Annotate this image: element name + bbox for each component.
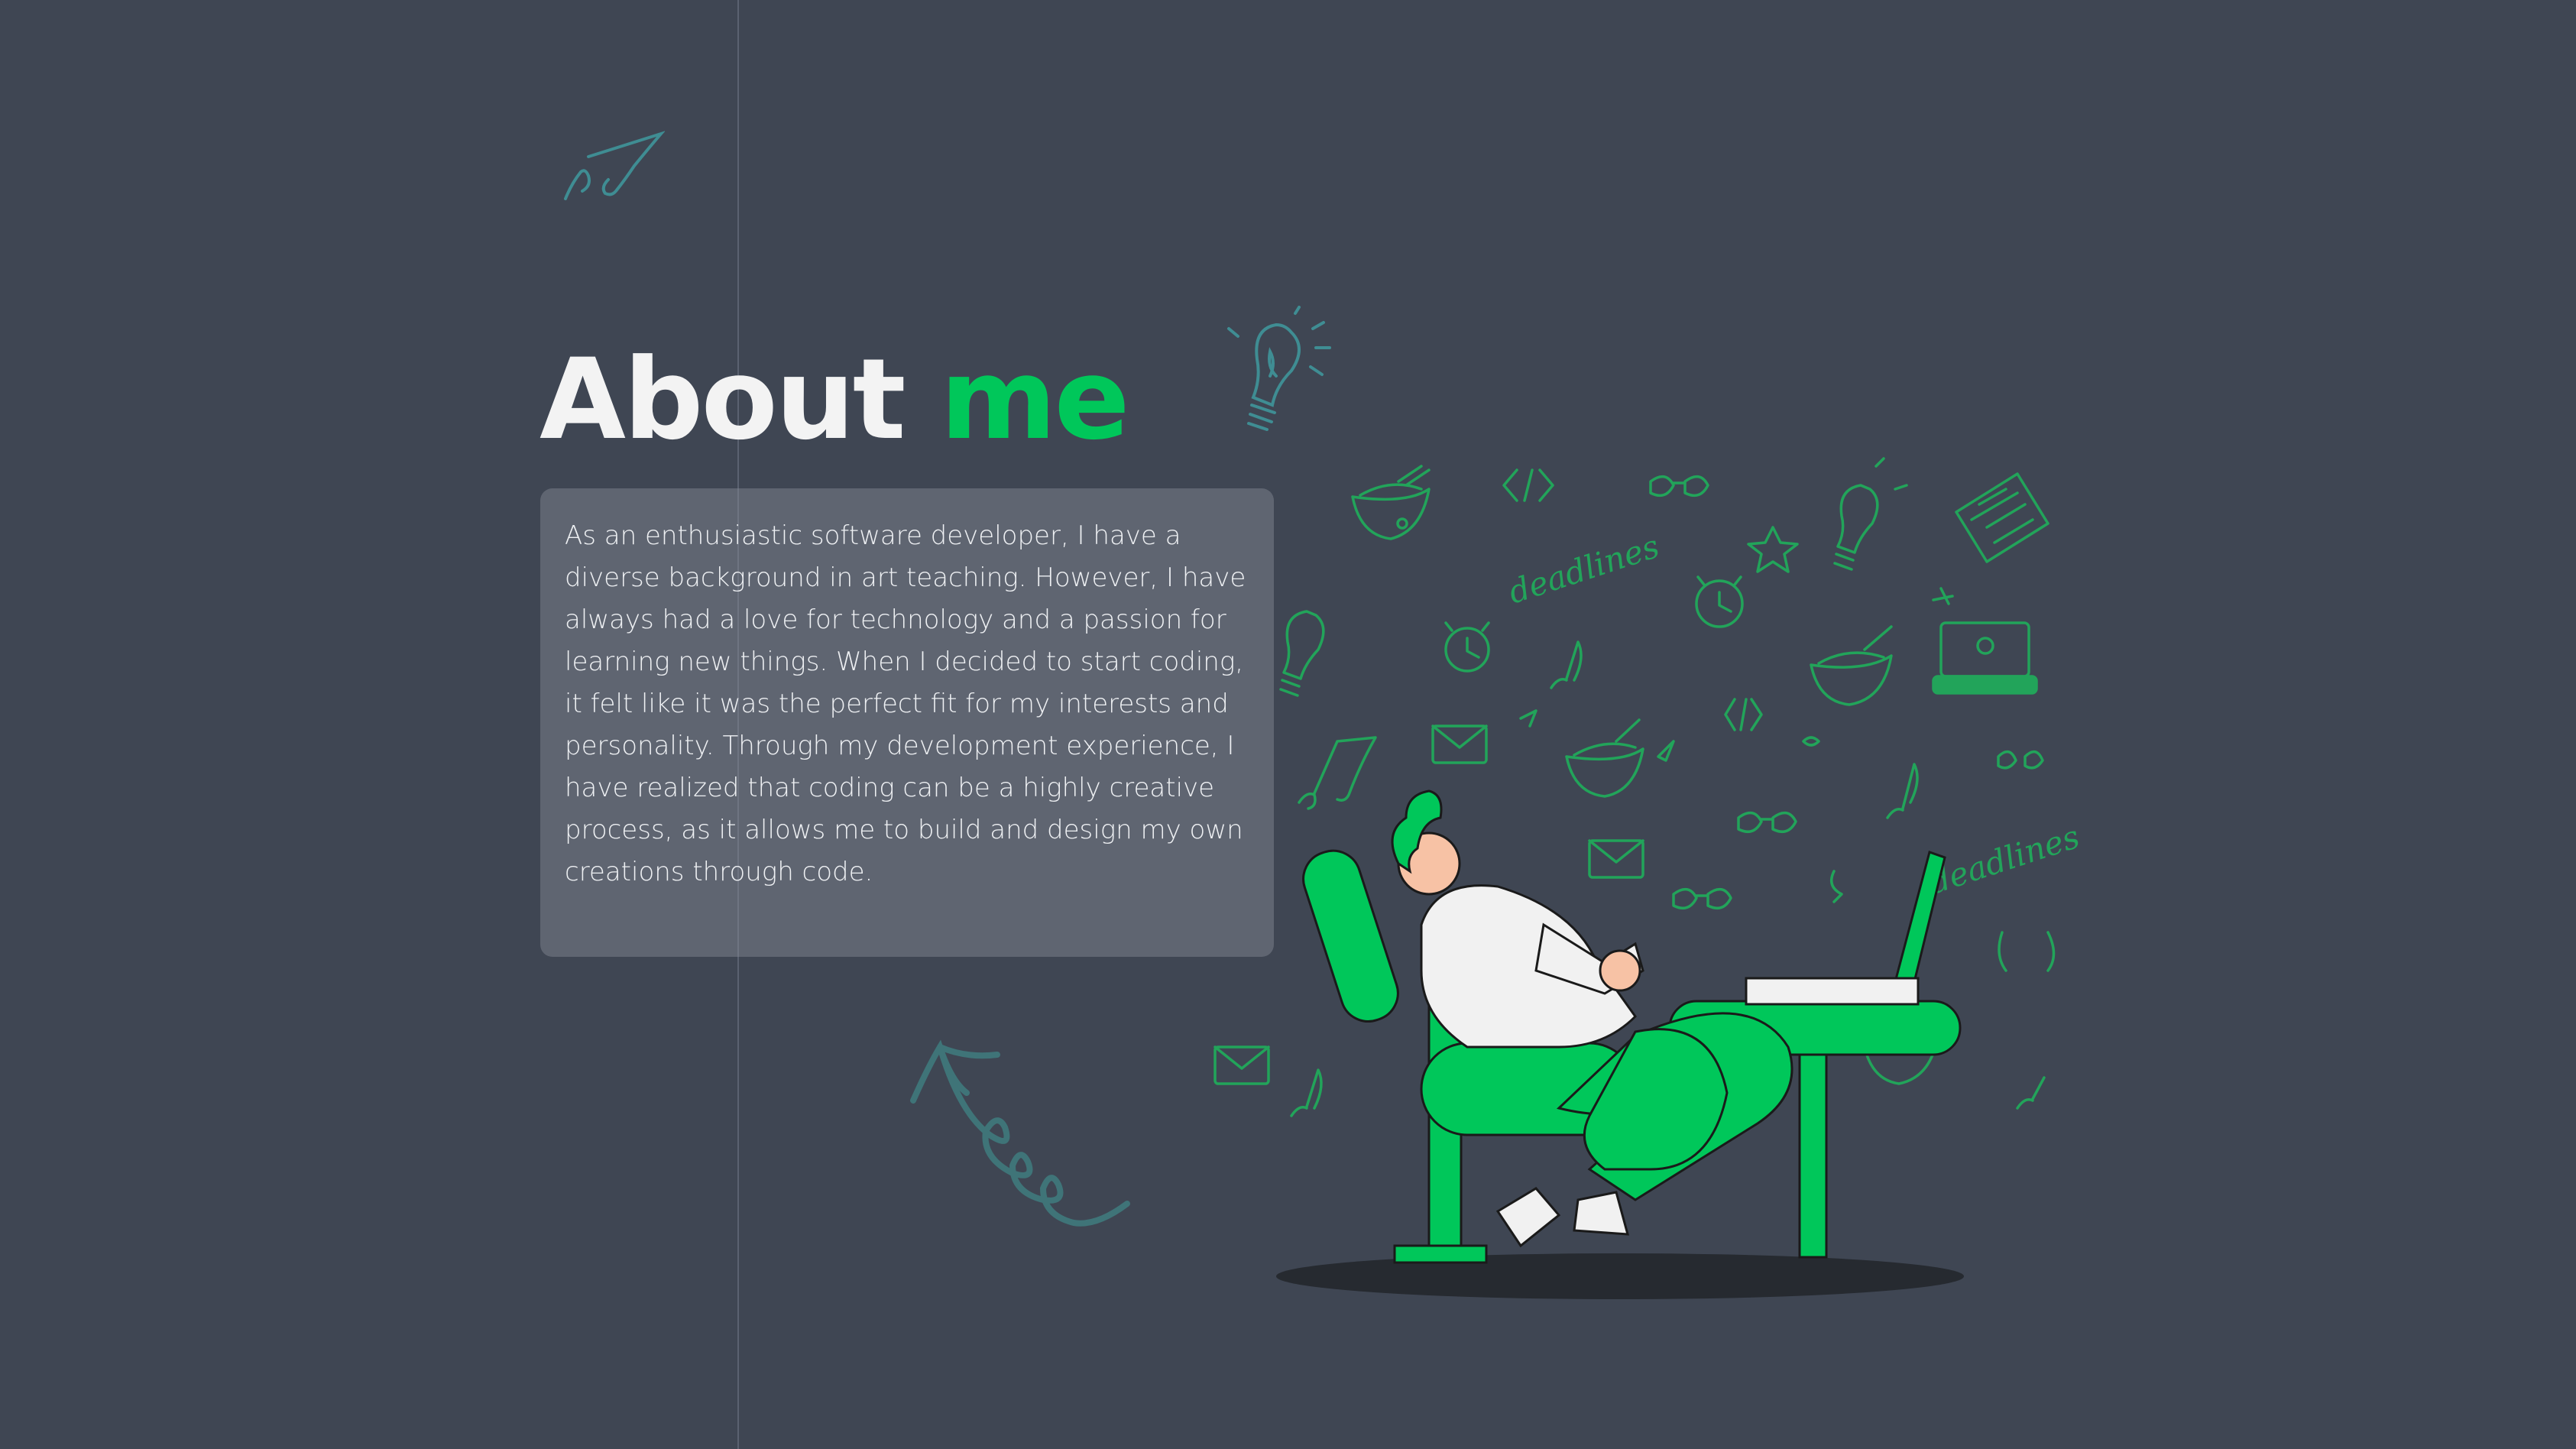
spiral-arrow-icon <box>910 1039 1130 1227</box>
bio-card: As an enthusiastic software developer, I… <box>540 488 1274 957</box>
music-note-icon <box>564 131 665 200</box>
title-accent: me <box>940 335 1129 465</box>
laptop <box>1745 851 1946 1006</box>
title-main: About <box>540 335 906 465</box>
lightbulb-icon <box>1227 306 1331 431</box>
page-title: About me <box>540 344 1130 455</box>
bio-text: As an enthusiastic software developer, I… <box>565 520 1246 887</box>
deadlines-doodle: deadlines <box>1504 527 1664 611</box>
floor-shadow <box>1276 1253 1964 1299</box>
deadlines-doodle: deadlines <box>1924 818 2084 902</box>
developer-illustration: deadlines deadlines <box>1213 457 2084 1299</box>
